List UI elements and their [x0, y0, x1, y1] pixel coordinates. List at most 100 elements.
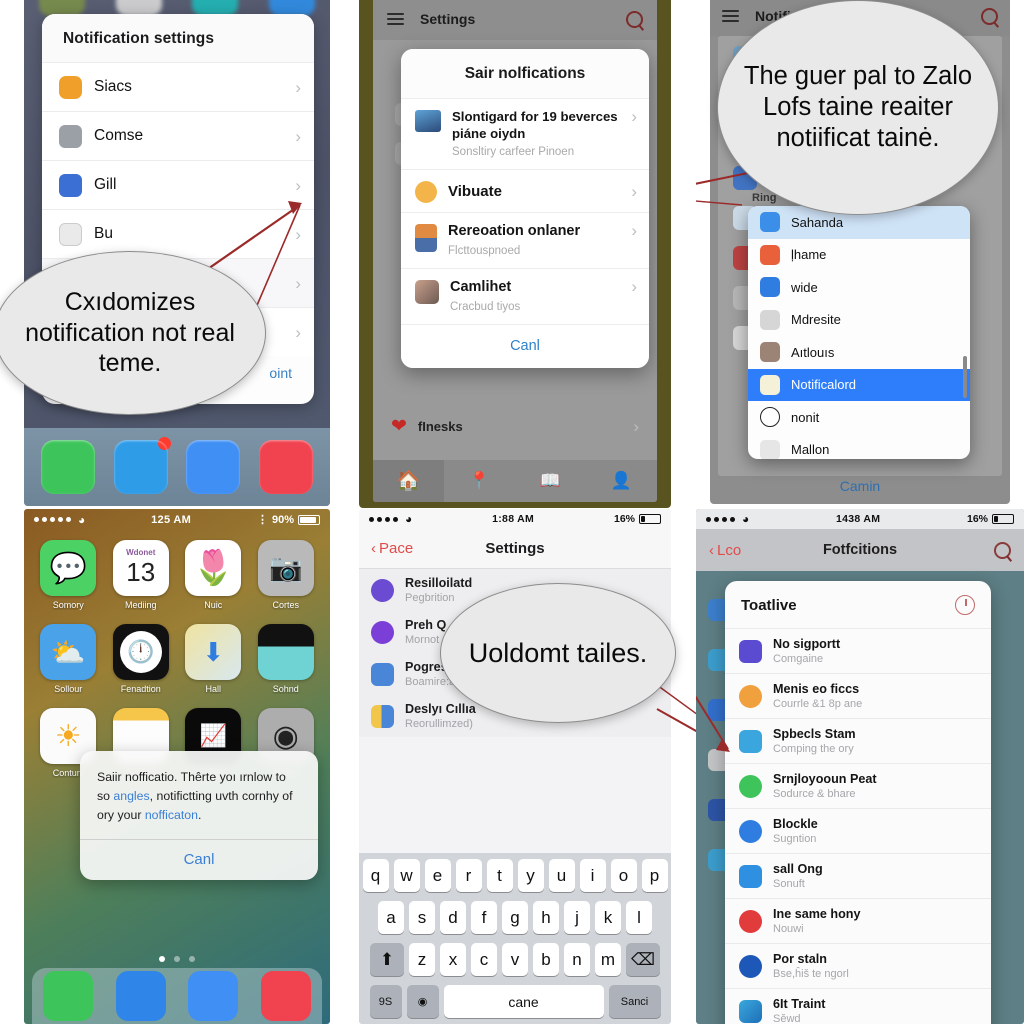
location-pin-icon: 📍	[468, 471, 491, 490]
app-label: Nuic	[204, 600, 223, 610]
panel-notification-settings: Notification settings Siacs › Comse › Gi…	[0, 0, 357, 509]
app-item[interactable]: Sohnd	[256, 624, 316, 694]
panel-settings-keyboard: ◕ 1:88 AM 16% ‹ Pace Settings Resilloila…	[357, 509, 696, 1024]
signal-dots-icon	[34, 517, 71, 522]
cancel-button[interactable]: Canl	[401, 323, 649, 368]
item-subtitle: Flcttouspnoed	[448, 245, 521, 258]
panel-home-screen-alert: ◕ 125 AM ⋮ 90% 💬 Somory Wdonet 13 Mediing 🌷…	[0, 509, 357, 1024]
photo-thumb-icon	[415, 110, 441, 132]
callout-bubble-3: The guer pal to Zalo Lofs taine reaiter …	[717, 0, 999, 215]
app-item[interactable]: 💬 Somory	[38, 540, 98, 610]
alert-line-1: Saiir nofficatio. Thêrte yoı ırnlow	[97, 770, 273, 784]
callout-bubble-1: Cxıdomizes notification not real teme.	[0, 251, 266, 415]
screenshot-grid: Notification settings Siacs › Comse › Gi…	[0, 0, 1024, 1024]
item-subtitle: Cracbud tiyos	[450, 300, 521, 313]
callout-bubble-5: Uoldomt tailes.	[440, 583, 676, 723]
screen-2: Settings ❤ fInesks › Sair nolfications S…	[373, 0, 657, 502]
camera-icon: 📷	[257, 540, 314, 596]
callout-arrow-6	[696, 695, 730, 752]
fitness-label: fInesks	[417, 419, 463, 434]
topbar-title: Settings	[420, 11, 476, 27]
dialog-item[interactable]: Camlihet Cracbud tiyos ›	[401, 268, 649, 324]
topbar-2: Settings	[373, 0, 657, 40]
callout-arrow-1	[119, 201, 302, 346]
dock-4	[32, 968, 322, 1024]
app-label: Mediing	[124, 600, 157, 610]
book-icon: 📖	[539, 471, 562, 490]
mail-icon[interactable]	[115, 971, 166, 1021]
chevron-right-icon: ›	[631, 221, 637, 241]
maps-icon: ⬇	[185, 624, 242, 680]
sair-notifications-dialog: Sair nolfications Slontigard for 19 beve…	[401, 49, 649, 368]
weather-icon: ⛅	[40, 624, 97, 680]
tab-profile[interactable]: 👤	[586, 460, 657, 502]
home-icon: 🏠	[396, 471, 421, 492]
bluetooth-icon: ⋮	[256, 514, 268, 526]
calendar-day: 13	[126, 557, 156, 587]
panel-notifications-sheet: ◕ 1438 AM 16% ‹ Lco Fotfcitions Toatlive…	[696, 509, 1024, 1024]
alert-link-2[interactable]: nofficaton	[145, 808, 198, 822]
phone-frame-4: ◕ 125 AM ⋮ 90% 💬 Somory Wdonet 13 Mediing 🌷…	[24, 509, 330, 1024]
tab-location[interactable]: 📍	[444, 460, 515, 502]
hamburger-icon[interactable]	[387, 13, 404, 25]
app-label: Hall	[205, 684, 221, 694]
app-item[interactable]: ⬇ Hall	[183, 624, 243, 694]
item-subtitle: Sonsltiry carfeer Pinoen	[452, 146, 575, 159]
status-bar-4: ◕ 125 AM ⋮ 90%	[24, 509, 330, 530]
music-icon[interactable]	[260, 971, 311, 1021]
people-photo-icon	[415, 280, 439, 305]
messages-icon: 💬	[40, 540, 97, 596]
item-title: Camlihet	[450, 279, 512, 296]
panel-settings-dialog: Settings ❤ fInesks › Sair nolfications S…	[357, 0, 696, 509]
clock-icon: 🕛	[112, 624, 169, 680]
app-label: Sollour	[54, 684, 83, 694]
person-orange-icon	[415, 224, 437, 253]
wifi-icon: ◕	[78, 512, 86, 527]
dialog-item[interactable]: Rereoation onlaner Flcttouspnoed ›	[401, 212, 649, 269]
app-item[interactable]: Wdonet 13 Mediing	[111, 540, 171, 610]
photos-icon: 🌷	[185, 540, 242, 596]
app-item[interactable]: 🕛 Fenadtion	[111, 624, 171, 694]
phone-frame-2: Settings ❤ fInesks › Sair nolfications S…	[359, 0, 671, 508]
app-item[interactable]: ⛅ Sollour	[38, 624, 98, 694]
battery-percent: 90%	[271, 513, 294, 526]
fitness-row[interactable]: ❤ fInesks ›	[379, 407, 651, 446]
panel-notifications-dropdown: Notificatio Ring Sahanda ļhame	[696, 0, 1024, 509]
tab-book[interactable]: 📖	[515, 460, 586, 502]
item-title: Slontigard for 19 beverces piáne oiydn	[452, 109, 618, 142]
alert-line-3-post: .	[197, 808, 202, 823]
ios-alert: Saiir nofficatio. Thêrte yoı ırnlow to s…	[80, 751, 318, 881]
alert-cancel-button[interactable]: Canl	[80, 839, 318, 880]
page-dots	[24, 956, 330, 962]
status-time: 125 AM	[151, 513, 192, 526]
person-icon: 👤	[610, 471, 633, 490]
app-label: Somory	[52, 600, 84, 610]
chevron-right-icon: ›	[631, 181, 637, 201]
alert-body: Saiir nofficatio. Thêrte yoı ırnlow to s…	[80, 751, 318, 839]
item-title: Rereoation onlaner	[448, 223, 581, 240]
tab-home[interactable]: 🏠	[373, 460, 444, 502]
app-item[interactable]: 🌷 Nuic	[183, 540, 243, 610]
dialog-item[interactable]: Slontigard for 19 beverces piáne oiydn S…	[401, 98, 649, 170]
phone-icon[interactable]	[43, 971, 94, 1021]
search-icon[interactable]	[626, 10, 643, 28]
item-title: Vibuate	[448, 182, 502, 200]
battery-indicator: ⋮ 90%	[257, 513, 320, 526]
chevron-right-icon: ›	[631, 107, 637, 126]
tabbar-2: 🏠 📍 📖 👤	[373, 460, 657, 502]
coin-orange-icon	[415, 181, 437, 204]
app-label: Cortes	[272, 600, 299, 610]
battery-icon	[298, 514, 320, 525]
video-icon	[257, 624, 314, 680]
alert-line-2-post: , notifictting uvth	[149, 789, 239, 804]
app-item[interactable]: 📷 Cortes	[256, 540, 316, 610]
heart-icon: ❤	[391, 416, 407, 437]
app-grid: 💬 Somory Wdonet 13 Mediing 🌷 Nuic 📷 Cortes ⛅ S…	[24, 530, 330, 778]
calendar-icon: Wdonet 13	[112, 540, 169, 596]
chevron-right-icon: ›	[631, 277, 637, 297]
app-label: Sohnd	[272, 684, 299, 694]
chevron-right-icon: ›	[633, 417, 639, 436]
dialog-item[interactable]: Vibuate ›	[401, 169, 649, 213]
alert-link-1[interactable]: angles	[113, 789, 149, 803]
safari-icon[interactable]	[188, 971, 239, 1021]
